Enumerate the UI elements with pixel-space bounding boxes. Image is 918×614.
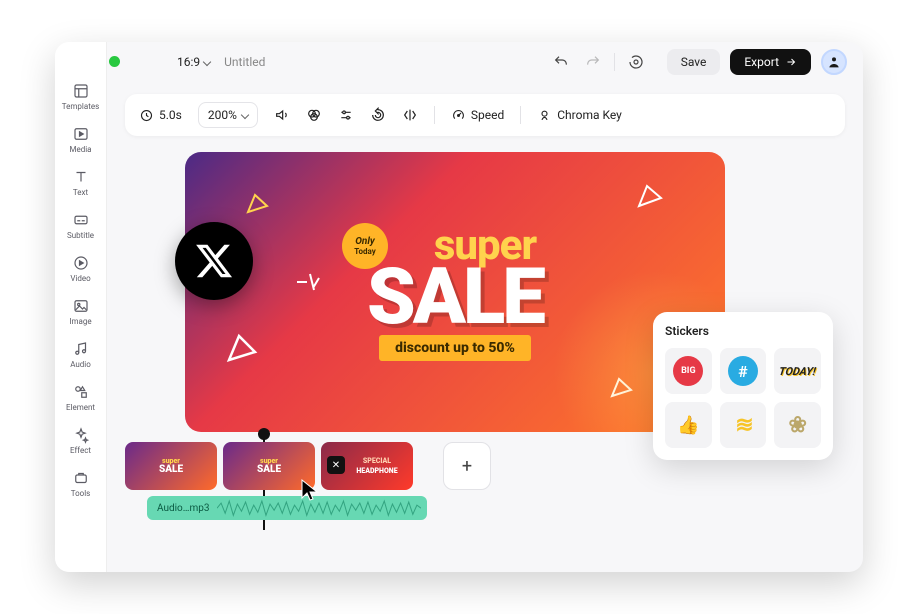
subtitle-icon: [72, 211, 90, 229]
discount-text: discount up to 50%: [379, 335, 531, 361]
media-icon: [72, 125, 90, 143]
sidebar-item-audio[interactable]: Audio: [55, 340, 106, 369]
stickers-panel: Stickers BIG # TODAY! 👍 ≋ ❀: [653, 312, 833, 460]
add-clip-button[interactable]: +: [443, 442, 491, 490]
canvas-preview[interactable]: Only Today super SALE discount up to 50%: [185, 152, 725, 432]
audio-clip[interactable]: Audio…mp3: [147, 496, 427, 520]
sidebar-label: Subtitle: [67, 231, 94, 240]
sale-graphic: Only Today super SALE discount up to 50%: [185, 152, 725, 432]
adjust-icon: [338, 107, 354, 123]
sidebar-item-element[interactable]: Element: [55, 383, 106, 412]
sale-text: SALE: [367, 265, 543, 331]
cursor-icon: [300, 478, 320, 502]
volume-button[interactable]: [274, 107, 290, 123]
zoom-value: 200%: [208, 108, 237, 122]
stickers-title: Stickers: [665, 324, 821, 338]
color-button[interactable]: [306, 107, 322, 123]
x-logo-icon: [194, 241, 234, 281]
save-button[interactable]: Save: [667, 49, 721, 75]
top-header: 16:9 Untitled Save Export: [107, 42, 863, 82]
only-text: Only: [355, 236, 375, 247]
user-avatar[interactable]: [821, 49, 847, 75]
speed-button[interactable]: Speed: [451, 108, 504, 123]
templates-icon: [72, 82, 90, 100]
sidebar-label: Templates: [62, 102, 99, 111]
video-icon: [72, 254, 90, 272]
history-button[interactable]: [625, 51, 647, 73]
adjust-button[interactable]: [338, 107, 354, 123]
sidebar-label: Image: [69, 317, 91, 326]
x-logo-sticker[interactable]: [175, 222, 253, 300]
chroma-label: Chroma Key: [557, 108, 622, 122]
audio-icon: [72, 340, 90, 358]
speed-icon: [451, 108, 466, 123]
clock-icon: [139, 108, 154, 123]
duration-control[interactable]: 5.0s: [139, 108, 182, 123]
export-label: Export: [744, 55, 779, 69]
today-text: Today: [354, 247, 376, 256]
app-window: Templates Media Text Subtitle Video Imag…: [55, 42, 863, 572]
element-icon: [72, 383, 90, 401]
chroma-icon: [537, 108, 552, 123]
volume-icon: [274, 107, 290, 123]
left-sidebar: Templates Media Text Subtitle Video Imag…: [55, 42, 107, 572]
sidebar-item-templates[interactable]: Templates: [55, 82, 106, 111]
chevron-down-icon: [241, 111, 249, 119]
project-title[interactable]: Untitled: [224, 55, 265, 69]
sidebar-label: Media: [69, 145, 91, 154]
sidebar-label: Effect: [70, 446, 91, 455]
sidebar-item-video[interactable]: Video: [55, 254, 106, 283]
sticker-like[interactable]: 👍: [665, 402, 712, 448]
chevron-down-icon: [203, 58, 211, 66]
sidebar-item-tools[interactable]: Tools: [55, 469, 106, 498]
triangle-decoration: [609, 376, 635, 402]
undo-button[interactable]: [550, 51, 572, 73]
sticker-big-sale[interactable]: BIG: [665, 348, 712, 394]
audio-clip-label: Audio…mp3: [157, 503, 209, 514]
rotate-button[interactable]: [370, 107, 386, 123]
divider: [614, 53, 615, 71]
speed-label: Speed: [471, 108, 504, 122]
chroma-key-button[interactable]: Chroma Key: [537, 108, 622, 123]
duration-value: 5.0s: [159, 108, 182, 122]
zoom-selector[interactable]: 200%: [198, 102, 258, 128]
sidebar-label: Text: [73, 188, 88, 197]
text-icon: [72, 168, 90, 186]
sidebar-item-effect[interactable]: Effect: [55, 426, 106, 455]
avatar-icon: [826, 54, 842, 70]
aspect-ratio-value: 16:9: [177, 55, 200, 69]
arrow-right-icon: [785, 56, 797, 68]
effect-icon: [72, 426, 90, 444]
divider: [520, 106, 521, 124]
sticker-wreath[interactable]: ❀: [774, 402, 821, 448]
sidebar-item-image[interactable]: Image: [55, 297, 106, 326]
redo-button[interactable]: [582, 51, 604, 73]
sticker-today[interactable]: TODAY!: [774, 348, 821, 394]
sidebar-item-subtitle[interactable]: Subtitle: [55, 211, 106, 240]
color-icon: [306, 107, 322, 123]
sidebar-item-media[interactable]: Media: [55, 125, 106, 154]
tools-icon: [72, 469, 90, 487]
divider: [434, 106, 435, 124]
sticker-stripes[interactable]: ≋: [720, 402, 767, 448]
sidebar-item-text[interactable]: Text: [55, 168, 106, 197]
flip-button[interactable]: [402, 107, 418, 123]
clip-fx-badge: ✕: [327, 456, 345, 474]
rotate-icon: [370, 107, 386, 123]
sidebar-label: Video: [70, 274, 90, 283]
timeline-clip[interactable]: superSALE: [125, 442, 217, 490]
sidebar-label: Element: [66, 403, 95, 412]
export-button[interactable]: Export: [730, 49, 811, 75]
sticker-hashtag[interactable]: #: [720, 348, 767, 394]
canvas-toolbar: 5.0s 200% Speed Chroma Key: [125, 94, 845, 136]
flip-icon: [402, 107, 418, 123]
sidebar-label: Audio: [70, 360, 91, 369]
sidebar-label: Tools: [71, 489, 91, 498]
timeline-clip[interactable]: ✕ SPECIALHEADPHONE: [321, 442, 413, 490]
image-icon: [72, 297, 90, 315]
aspect-ratio-selector[interactable]: 16:9: [177, 55, 210, 69]
